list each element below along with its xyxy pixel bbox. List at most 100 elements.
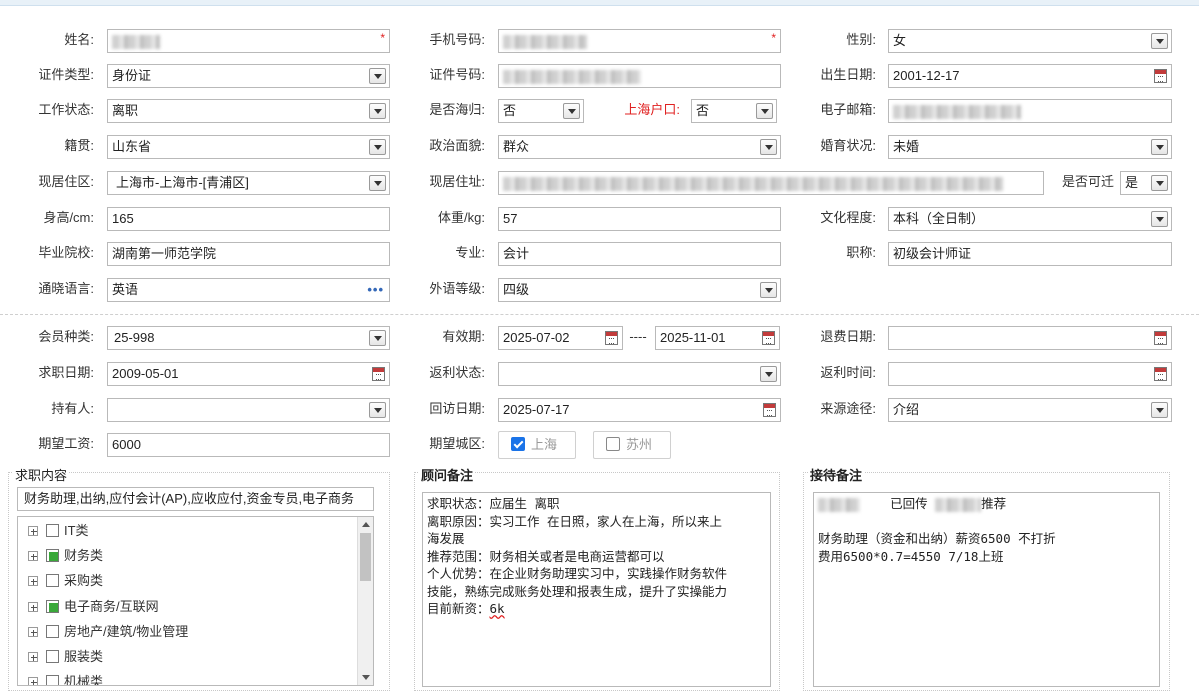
holder-select[interactable] [107,398,390,422]
language-input[interactable]: 英语 ••• [107,278,390,302]
tree-item[interactable]: 机械类 [28,673,103,685]
birth-date-input[interactable]: 2001-12-17 [888,64,1172,88]
checkbox-icon[interactable] [46,675,59,685]
city-option-suzhou[interactable]: 苏州 [593,431,671,459]
tree-scrollbar[interactable] [357,517,373,685]
tree-item[interactable]: 采购类 [28,572,103,590]
calendar-icon[interactable] [763,403,776,417]
checkbox-icon[interactable] [46,625,59,638]
chevron-down-icon[interactable] [369,103,386,119]
checkbox-icon[interactable] [46,524,59,537]
tree-item[interactable]: 服装类 [28,648,103,666]
major-input[interactable]: 会计 [498,242,781,266]
expand-icon[interactable] [28,526,38,536]
scroll-up-icon[interactable] [362,522,370,527]
gender-select[interactable]: 女 [888,29,1172,53]
relocate-select[interactable]: 是 [1120,171,1172,195]
native-place-select[interactable]: 山东省 [107,135,390,159]
email-input[interactable] [888,99,1172,123]
current-address-input[interactable] [498,171,1044,195]
calendar-icon[interactable] [1154,69,1167,83]
refund-date-input[interactable] [888,326,1172,350]
calendar-icon[interactable] [762,331,775,345]
expand-icon[interactable] [28,677,38,685]
weight-input[interactable]: 57 [498,207,781,231]
tree-item[interactable]: 房地产/建筑/物业管理 [28,623,188,641]
marital-value: 未婚 [893,139,920,154]
id-type-label: 证件类型: [38,67,94,82]
foreign-level-select[interactable]: 四级 [498,278,781,302]
city-option-shanghai[interactable]: 上海 [498,431,576,459]
calendar-icon[interactable] [1154,331,1167,345]
valid-label: 有效期: [442,329,485,344]
expand-icon[interactable] [28,627,38,637]
valid-start-input[interactable]: 2025-07-02 [498,326,623,350]
tree-item[interactable]: 财务类 [28,547,103,565]
chevron-down-icon[interactable] [369,139,386,155]
job-date-input[interactable]: 2009-05-01 [107,362,390,386]
current-area-select[interactable]: 上海市-上海市-[青浦区] [107,171,390,195]
relocate-label: 是否可迁 [1061,174,1114,189]
rebate-time-input[interactable] [888,362,1172,386]
chevron-down-icon[interactable] [1151,139,1168,155]
source-select[interactable]: 介绍 [888,398,1172,422]
calendar-icon[interactable] [1154,367,1167,381]
note-line: 技能，熟练完成账务处理和报表生成，提升了实操能力 [427,583,728,599]
chevron-down-icon[interactable] [760,366,777,382]
valid-end-input[interactable]: 2025-11-01 [655,326,780,350]
scroll-thumb[interactable] [360,533,371,581]
chevron-down-icon[interactable] [760,139,777,155]
marital-select[interactable]: 未婚 [888,135,1172,159]
name-input[interactable]: * [107,29,390,53]
checkbox-checked-icon[interactable] [511,437,525,451]
chevron-down-icon[interactable] [369,330,386,346]
chevron-down-icon[interactable] [369,175,386,191]
note-line: 海发展 [427,531,465,546]
overseas-select[interactable]: 否 [498,99,584,123]
calendar-icon[interactable] [605,331,618,345]
salary-input[interactable]: 6000 [107,433,390,457]
expand-icon[interactable] [28,602,38,612]
chevron-down-icon[interactable] [1151,402,1168,418]
expand-icon[interactable] [28,551,38,561]
expand-icon[interactable] [28,576,38,586]
height-input[interactable]: 165 [107,207,390,231]
work-status-select[interactable]: 离职 [107,99,390,123]
checkbox-icon[interactable] [46,650,59,663]
scroll-down-icon[interactable] [362,675,370,680]
id-type-select[interactable]: 身份证 [107,64,390,88]
chevron-down-icon[interactable] [369,68,386,84]
chevron-down-icon[interactable] [760,282,777,298]
visit-date-input[interactable]: 2025-07-17 [498,398,781,422]
checkbox-partial-icon[interactable] [46,549,59,562]
checkbox-partial-icon[interactable] [46,600,59,613]
advisor-notes-textarea[interactable]: 求职状态：应届生 离职 离职原因：实习工作 在日照，家人在上海，所以来上 海发展 推荐… [422,492,771,687]
title-input[interactable]: 初级会计师证 [888,242,1172,266]
school-input[interactable]: 湖南第一师范学院 [107,242,390,266]
chevron-down-icon[interactable] [563,103,580,119]
political-select[interactable]: 群众 [498,135,781,159]
job-content-selected-input[interactable]: 财务助理,出纳,应付会计(AP),应收应付,资金专员,电子商务 [17,487,374,511]
chevron-down-icon[interactable] [369,402,386,418]
member-type-select[interactable]: 25-998 [107,326,390,350]
redacted-phone [503,34,587,49]
more-icon[interactable]: ••• [367,279,384,301]
job-category-tree[interactable]: IT类 财务类 采购类 电子商务/互联网 房地产/建筑/物业管理 服装类 机械类 [17,516,374,686]
id-number-input[interactable] [498,64,781,88]
expand-icon[interactable] [28,652,38,662]
education-select[interactable]: 本科（全日制） [888,207,1172,231]
checkbox-icon[interactable] [46,574,59,587]
native-place-value: 山东省 [112,139,152,154]
chevron-down-icon[interactable] [1151,175,1168,191]
reception-notes-textarea[interactable]: 已回传 推荐 财务助理（资金和出纳）薪资6500 不打折 费用6500*0.7=4… [813,492,1160,687]
tree-item[interactable]: 电子商务/互联网 [28,598,159,616]
checkbox-icon[interactable] [606,437,620,451]
chevron-down-icon[interactable] [1151,211,1168,227]
phone-input[interactable]: * [498,29,781,53]
chevron-down-icon[interactable] [1151,33,1168,49]
calendar-icon[interactable] [372,367,385,381]
rebate-status-select[interactable] [498,362,781,386]
chevron-down-icon[interactable] [756,103,773,119]
tree-item[interactable]: IT类 [28,522,89,540]
shanghai-hukou-select[interactable]: 否 [691,99,777,123]
